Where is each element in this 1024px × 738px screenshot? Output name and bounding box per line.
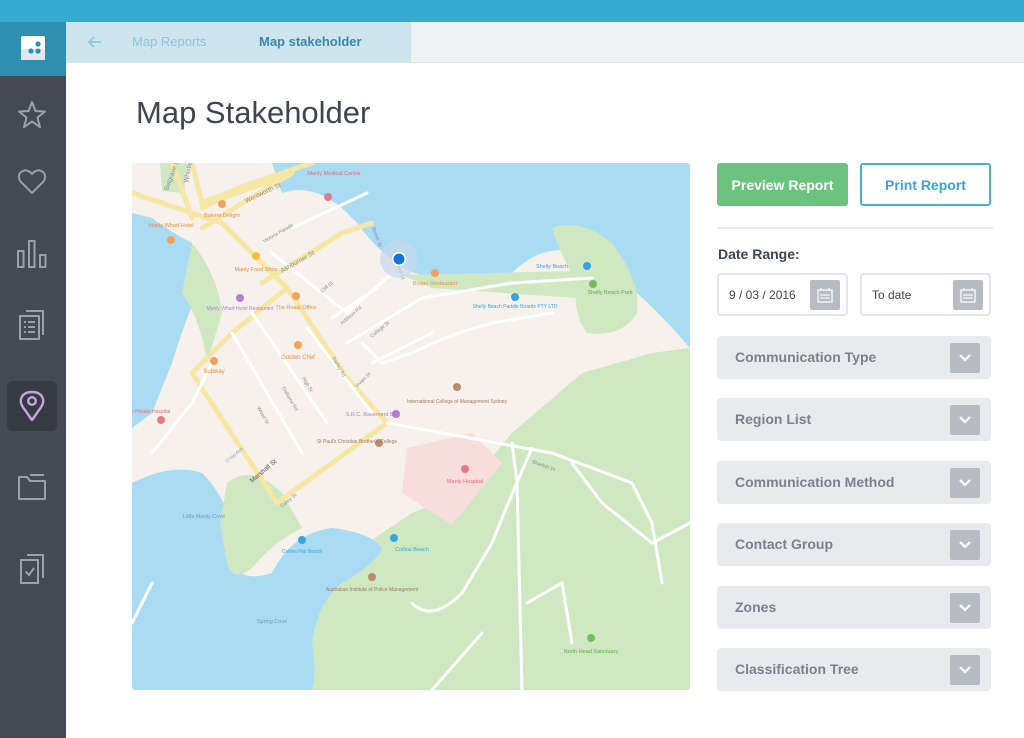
svg-text:Shelly Beach Park: Shelly Beach Park [588,290,633,296]
date-from-field[interactable]: 9 / 03 / 2016 [717,273,848,316]
svg-text:International College of Manag: International College of Management Sydn… [407,399,508,405]
sidebar-item-reports[interactable] [7,229,57,279]
filter-region-list[interactable]: Region List [717,398,991,441]
svg-text:Bakers Delight: Bakers Delight [204,213,240,219]
filter-label: Classification Tree [735,661,859,677]
svg-text:Subway: Subway [203,369,224,375]
arrow-left-icon[interactable] [86,33,104,51]
calendar-icon[interactable] [810,280,840,310]
breadcrumb: Map Reports Map stakeholder [66,22,1024,63]
document-list-icon [19,310,44,340]
chevron-down-icon[interactable] [950,530,980,560]
poi-basement-bar[interactable]: S.R.C. Basement Bar [346,410,400,418]
svg-text:Bower Restaurant: Bower Restaurant [413,281,457,287]
filter-communication-method[interactable]: Communication Method [717,461,991,504]
filter-label: Communication Method [735,474,895,490]
date-from-value: 9 / 03 / 2016 [729,288,796,302]
star-icon [18,101,46,128]
poi-spring-cove[interactable]: Spring Cove [257,619,287,625]
svg-text:Spring Cove: Spring Cove [257,619,287,625]
filter-label: Communication Type [735,349,877,365]
svg-text:Manly Hospital: Manly Hospital [447,479,483,485]
svg-text:North Head Sanctuary: North Head Sanctuary [564,649,619,655]
map-canvas[interactable]: Belgrave St Whistler St Wentworth St Vic… [132,163,690,690]
chevron-down-icon[interactable] [950,593,980,623]
svg-text:Little Manly Cove: Little Manly Cove [183,514,225,520]
filter-contact-group[interactable]: Contact Group [717,523,991,566]
checklist-icon [20,554,44,584]
svg-text:Australian Institute of Police: Australian Institute of Police Managemen… [326,587,419,593]
heart-icon [17,169,47,194]
svg-text:Golden Chef: Golden Chef [281,355,315,361]
sidebar-item-likes[interactable] [7,157,57,207]
calendar-icon[interactable] [953,280,983,310]
top-bar [0,0,1024,22]
poi-little-manly-cove[interactable]: Little Manly Cove [183,514,225,520]
sidebar-item-favorites[interactable] [7,90,57,140]
svg-text:Manly Medical Centre: Manly Medical Centre [307,171,360,177]
sidebar [0,22,66,738]
filter-label: Contact Group [735,536,833,552]
page-title: Map Stakeholder [136,95,371,130]
chevron-down-icon[interactable] [950,343,980,373]
breadcrumb-item-map-reports[interactable]: Map Reports [132,34,206,49]
filter-label: Region List [735,411,812,427]
preview-report-button[interactable]: Preview Report [717,163,848,206]
svg-text:Manly Food Shop: Manly Food Shop [234,267,277,273]
sidebar-item-documents[interactable] [7,300,57,350]
divider [718,227,993,229]
sidebar-item-files[interactable] [7,462,57,512]
svg-text:Waters Private Hospital: Waters Private Hospital [132,409,170,415]
filter-zones[interactable]: Zones [717,586,991,629]
svg-text:Manly Wharf Hotel Restaurant: Manly Wharf Hotel Restaurant [207,306,275,312]
chevron-down-icon[interactable] [950,655,980,685]
svg-text:The Roast Office: The Roast Office [275,305,316,311]
svg-text:Manly Wharf Hotel: Manly Wharf Hotel [148,223,193,229]
print-report-button[interactable]: Print Report [860,163,991,206]
sidebar-item-tasks[interactable] [7,544,57,594]
date-to-field[interactable]: To date [860,273,991,316]
breadcrumb-item-map-stakeholder[interactable]: Map stakeholder [259,34,362,49]
folder-icon [18,474,46,500]
svg-text:Shelly Beach: Shelly Beach [536,264,568,270]
logo-icon [21,36,45,60]
svg-text:Collins Beach: Collins Beach [395,547,429,553]
sidebar-item-map[interactable] [7,381,57,431]
filter-communication-type[interactable]: Communication Type [717,336,991,379]
chevron-down-icon[interactable] [950,405,980,435]
svg-text:S.R.C. Basement Bar: S.R.C. Basement Bar [346,412,399,418]
date-to-value: To date [872,288,912,302]
app-logo[interactable] [0,22,66,76]
map-pin-icon [19,390,45,422]
date-range-label: Date Range: [718,246,800,262]
filter-label: Zones [735,599,777,615]
svg-text:Collins Flat Beach: Collins Flat Beach [282,549,323,555]
map-view[interactable]: Belgrave St Whistler St Wentworth St Vic… [132,163,690,690]
current-location-marker[interactable] [380,240,418,278]
chevron-down-icon[interactable] [950,468,980,498]
bar-chart-icon [17,240,47,268]
filter-classification-tree[interactable]: Classification Tree [717,648,991,691]
svg-text:St Paul's Christian Brother's: St Paul's Christian Brother's College [317,439,397,445]
svg-text:Shelly Beach Paddle Boards PTY: Shelly Beach Paddle Boards PTY LTD [473,304,558,310]
